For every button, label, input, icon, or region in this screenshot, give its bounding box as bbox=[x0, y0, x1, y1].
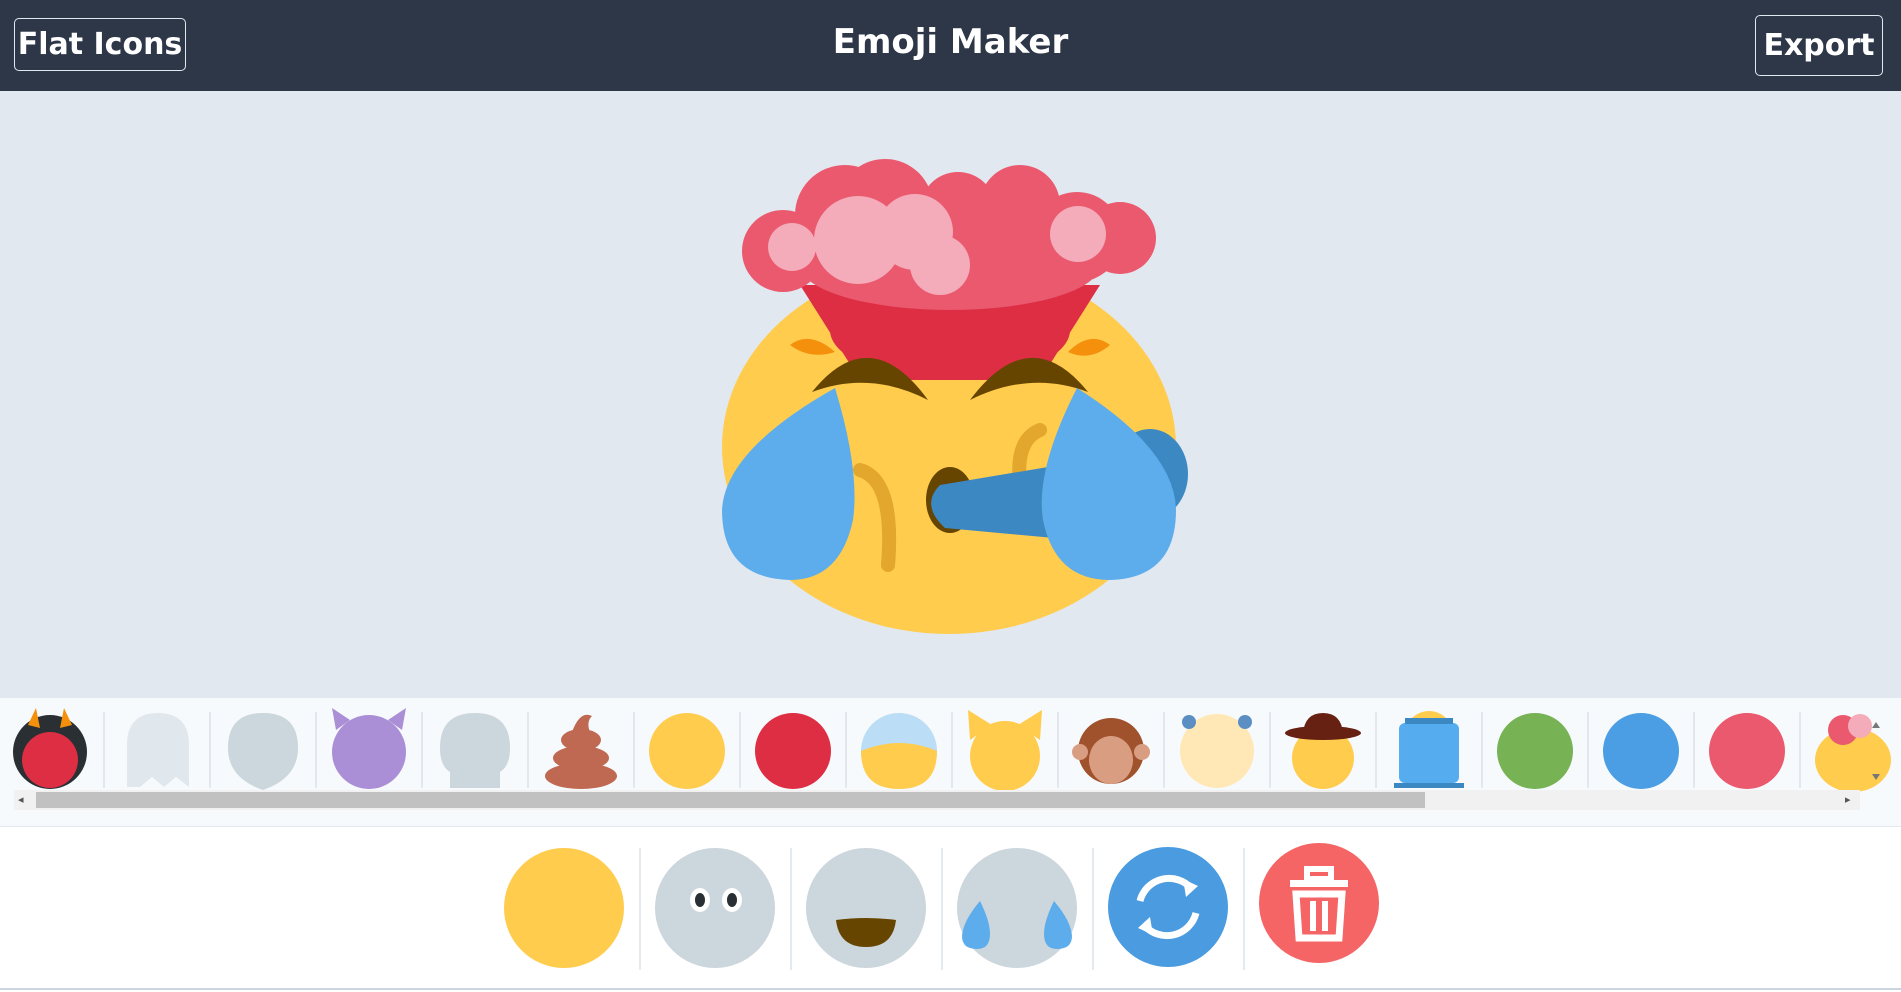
emoji-preview bbox=[722, 159, 1188, 634]
pink-face-icon[interactable] bbox=[1709, 713, 1785, 789]
randomize-icon[interactable] bbox=[1108, 847, 1228, 967]
monkey-face-icon[interactable] bbox=[1072, 718, 1150, 784]
delete-icon[interactable] bbox=[1259, 843, 1379, 963]
ogre-icon[interactable] bbox=[13, 708, 87, 789]
bottom-divider bbox=[0, 988, 1901, 990]
cat-face-icon[interactable] bbox=[968, 710, 1042, 791]
scroll-left-icon[interactable]: ◂ bbox=[18, 794, 24, 805]
bottom-toolbar bbox=[0, 826, 1901, 991]
face-base-icon[interactable] bbox=[504, 848, 624, 968]
export-button[interactable]: Export bbox=[1755, 15, 1883, 76]
robot-face-icon[interactable] bbox=[1394, 711, 1464, 788]
devil-icon[interactable] bbox=[332, 708, 406, 789]
ghost-icon[interactable] bbox=[127, 713, 189, 787]
blue-face-icon[interactable] bbox=[1603, 713, 1679, 789]
alien-icon[interactable] bbox=[228, 713, 298, 790]
baby-face-icon[interactable] bbox=[1180, 714, 1254, 788]
green-face-icon[interactable] bbox=[1497, 713, 1573, 789]
mouth-icon[interactable] bbox=[806, 848, 926, 968]
emoji-picker: ◂ ▸ bbox=[0, 698, 1901, 826]
eyes-icon[interactable] bbox=[655, 848, 775, 968]
poop-icon[interactable] bbox=[545, 714, 617, 789]
scrollbar-thumb[interactable] bbox=[36, 792, 1425, 808]
cowboy-face-icon[interactable] bbox=[1285, 713, 1361, 789]
yellow-face-icon[interactable] bbox=[649, 713, 725, 789]
emoji-canvas bbox=[0, 91, 1901, 698]
horizontal-scrollbar[interactable]: ◂ ▸ bbox=[14, 790, 1860, 810]
skull-icon[interactable] bbox=[440, 713, 510, 788]
scroll-right-icon[interactable]: ▸ bbox=[1845, 794, 1851, 805]
red-face-icon[interactable] bbox=[755, 713, 831, 789]
tears-icon[interactable] bbox=[957, 848, 1077, 968]
app-title: Emoji Maker bbox=[832, 22, 1069, 62]
exploding-head-icon[interactable] bbox=[1815, 714, 1891, 792]
cold-face-icon[interactable] bbox=[861, 713, 937, 789]
top-bar: Flat Icons Emoji Maker Export bbox=[0, 0, 1901, 91]
